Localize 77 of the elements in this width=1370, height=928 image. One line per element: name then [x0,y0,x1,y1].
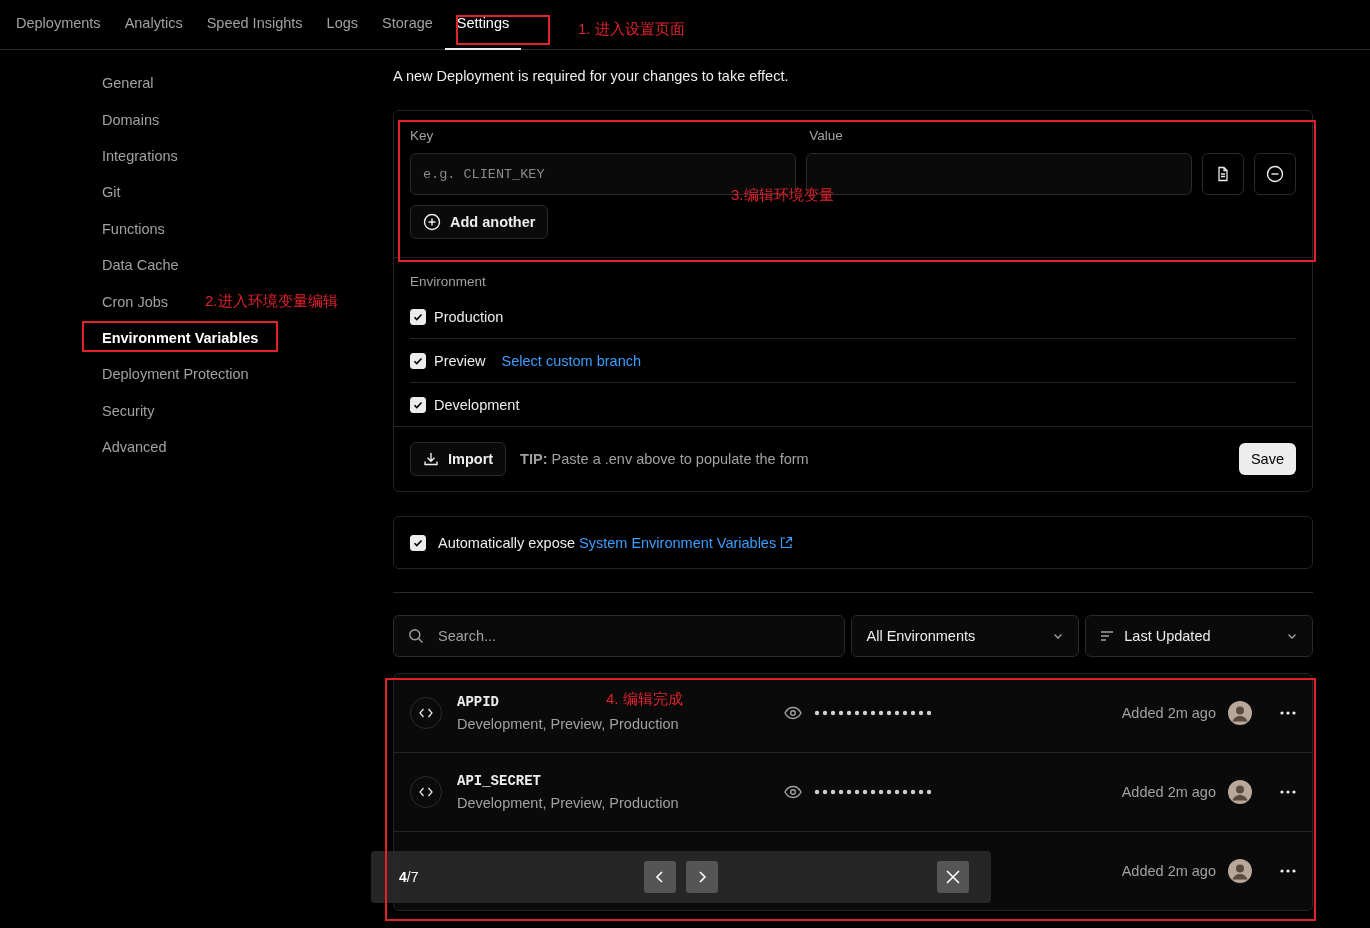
add-another-button[interactable]: Add another [410,205,549,239]
search-icon [408,628,424,644]
custom-branch-link[interactable]: Select custom branch [501,352,641,369]
checkbox[interactable] [410,308,426,325]
download-icon [423,451,439,467]
external-link-icon [780,536,794,549]
sidebar-item[interactable]: Cron Jobs [102,283,169,320]
sidebar-item[interactable]: General [102,65,154,102]
nav-tab[interactable]: Speed Insights [194,0,315,50]
annotation-text: 1. 进入设置页面 [578,20,685,39]
import-button[interactable]: Import [410,442,507,476]
checkbox[interactable] [410,534,426,551]
sidebar-item[interactable]: Environment Variables [102,319,259,357]
sidebar-item[interactable]: Functions [102,210,165,247]
next-button[interactable] [686,861,719,893]
more-icon[interactable] [1280,869,1296,873]
check-icon [413,355,423,366]
added-time: Added 2m ago [1121,705,1216,721]
environment-option: Production [434,308,504,325]
chevron-right-icon [696,870,709,884]
masked-value-icon [814,789,932,795]
variable-name: APPID [457,694,499,710]
sidebar-item[interactable]: Domains [102,101,160,138]
checkbox[interactable] [410,352,426,369]
expose-text: Automatically expose [438,534,575,551]
sidebar-item[interactable]: Deployment Protection [102,356,249,393]
avatar [1228,859,1252,883]
environment-label: Environment [410,274,487,289]
previous-button[interactable] [644,861,677,893]
environment-option: Development [434,396,520,413]
search-box[interactable]: Search... [393,615,846,657]
value-label: Value [809,128,843,143]
nav-tab[interactable]: Settings [444,0,522,50]
annotation-text: 2.进入环境变量编辑 [205,292,338,311]
check-icon [413,537,423,548]
plus-circle-icon [423,213,441,231]
nav-tab[interactable]: Deployments [4,0,113,50]
eye-icon[interactable] [784,706,802,720]
added-time: Added 2m ago [1121,863,1216,879]
variable-name: API_SECRET [457,773,541,789]
tip-text: TIP: Paste a .env above to populate the form [520,451,810,467]
file-icon-button[interactable] [1202,153,1245,195]
sidebar-item[interactable]: Integrations [102,137,178,175]
system-variables-link[interactable]: System Environment Variables [579,534,777,551]
added-time: Added 2m ago [1121,784,1216,800]
variable-environments: Development, Preview, Production [457,716,679,732]
minus-circle-icon [1266,165,1285,183]
close-icon [945,869,961,885]
nav-tab[interactable]: Logs [314,0,371,50]
sidebar-item[interactable]: Advanced [102,428,167,466]
image-counter: 4/7 [399,869,419,885]
check-icon [413,311,423,322]
variable-environments: Development, Preview, Production [457,795,679,811]
checkbox[interactable] [410,396,426,413]
nav-tab[interactable]: Storage [370,0,445,50]
sidebar-item[interactable]: Security [102,392,155,429]
more-icon[interactable] [1280,790,1296,794]
save-button[interactable]: Save [1238,443,1296,475]
key-label: Key [410,128,434,143]
sidebar-item[interactable]: Data Cache [102,246,179,284]
check-icon [413,399,423,410]
more-icon[interactable] [1280,711,1296,715]
environment-select[interactable]: All Environments [851,615,1080,657]
masked-value-icon [814,710,932,716]
environment-option: Preview [434,352,486,369]
close-button[interactable] [937,861,969,893]
sidebar-item[interactable]: Git [102,174,121,211]
notice-text: A new Deployment is required for your changes to take effect. [393,68,790,84]
eye-icon[interactable] [784,785,802,799]
search-input[interactable]: Search... [436,627,831,645]
avatar [1228,780,1252,804]
annotation-text: 4. 编辑完成 [606,690,683,709]
remove-button[interactable] [1254,153,1296,195]
sort-icon [1100,630,1115,642]
nav-tab[interactable]: Analytics [112,0,195,50]
sort-select[interactable]: Last Updated [1085,615,1313,657]
avatar [1228,701,1252,725]
